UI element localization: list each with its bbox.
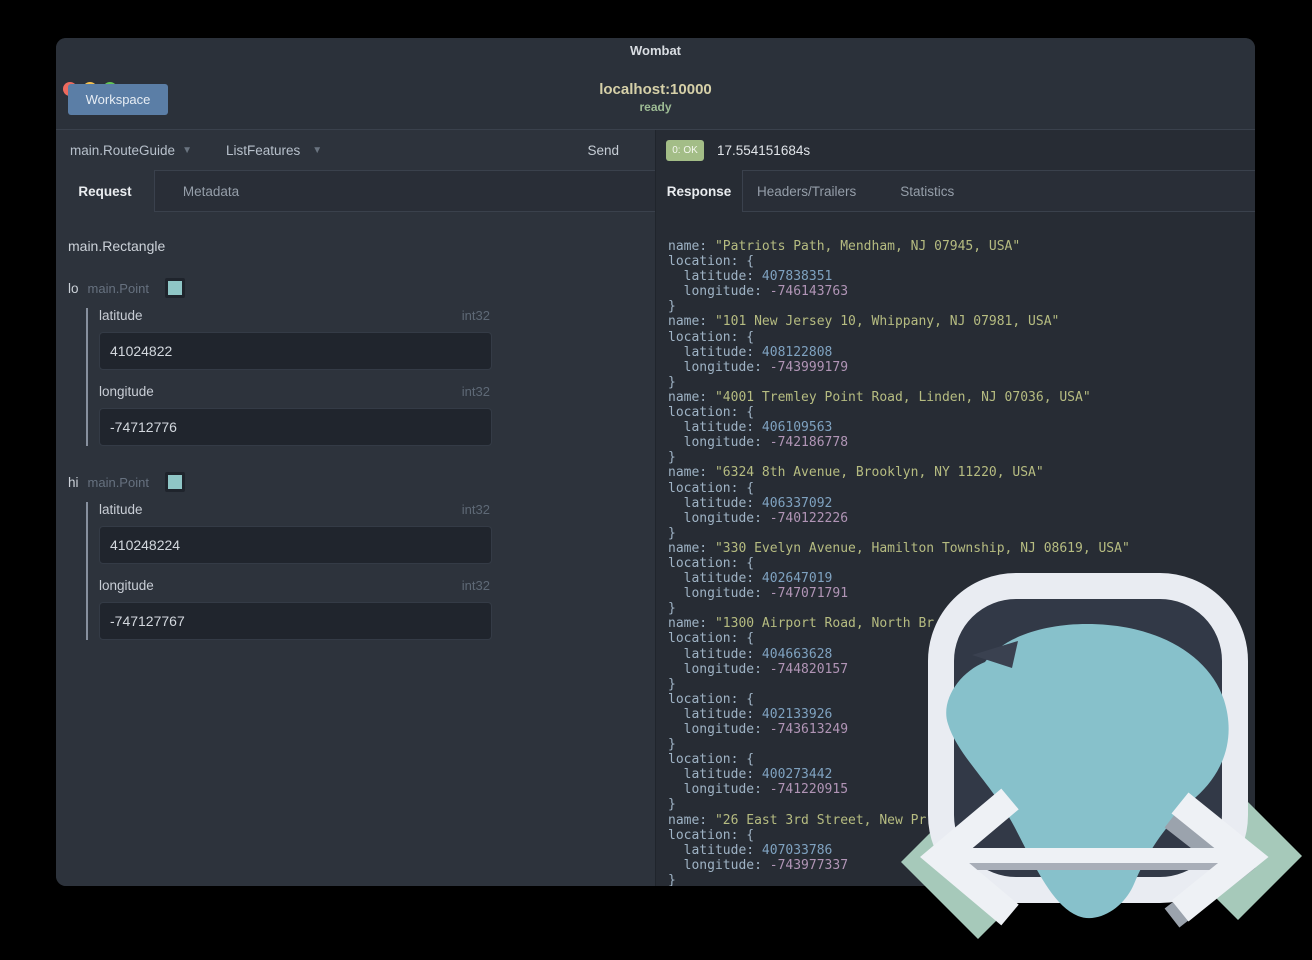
field-label: latitude: [99, 308, 143, 323]
field-type-hint: int32: [461, 502, 490, 517]
response-line: latitude: 406337092: [668, 495, 833, 511]
response-line: name: "6324 8th Avenue, Brooklyn, NY 112…: [668, 465, 1044, 481]
field-type-hint: int32: [461, 308, 490, 323]
method-select-value: ListFeatures: [225, 142, 301, 158]
response-line: longitude: -743999179: [668, 359, 849, 375]
field-value-input[interactable]: -747127767: [99, 602, 492, 640]
arrow-shaft-shadow: [950, 862, 1240, 870]
field-value-input[interactable]: 41024822: [99, 332, 492, 370]
field-name: lo: [68, 280, 79, 296]
response-line: name: "4001 Tremley Point Road, Linden, …: [668, 389, 1091, 405]
field-value-input[interactable]: 410248224: [99, 526, 492, 564]
message-set-checkbox[interactable]: [164, 278, 185, 298]
wombat-logo: [901, 573, 1302, 939]
response-line: }: [668, 450, 676, 466]
response-line: longitude: -740122226: [668, 510, 849, 526]
response-line: latitude: 407838351: [668, 269, 833, 285]
field-group-header: lo main.Point: [68, 278, 655, 298]
response-line: location: {: [668, 480, 755, 496]
field-name: hi: [68, 474, 79, 490]
response-line: }: [668, 299, 676, 315]
request-tab-bar: Request Metadata: [56, 170, 655, 212]
connection-status: ready: [639, 100, 672, 114]
request-form: main.Rectangle lo main.Point latitude int32…: [56, 214, 655, 886]
desktop: { "window": { "title": "Wombat" }, "head…: [0, 0, 1312, 960]
field-label: latitude: [99, 502, 143, 517]
form-field: latitude int32 41024822: [99, 308, 655, 370]
response-tab-bar: Response Headers/Trailers Statistics: [656, 170, 1255, 212]
checkbox-fill: [167, 475, 182, 489]
response-line: latitude: 406109563: [668, 420, 833, 436]
response-line: longitude: -746143763: [668, 284, 849, 300]
call-toolbar: main.RouteGuide ▼ ListFeatures ▼ Send: [56, 130, 655, 171]
response-line: location: {: [668, 254, 755, 270]
tab-request[interactable]: Request: [56, 170, 154, 212]
field-group-body: latitude int32 41024822 longitude int32 -7471…: [86, 308, 655, 446]
field-group-header: hi main.Point: [68, 472, 655, 492]
response-line: name: "Patriots Path, Mendham, NJ 07945,…: [668, 239, 1021, 254]
field-label: longitude: [99, 384, 154, 399]
result-bar: 0: OK 17.554151684s: [656, 130, 1255, 171]
tab-headers-trailers[interactable]: Headers/Trailers: [743, 171, 870, 212]
server-address: localhost:10000: [599, 81, 712, 98]
chevron-down-icon: ▼: [312, 144, 323, 156]
field-type-hint: int32: [461, 384, 490, 399]
send-button[interactable]: Send: [587, 143, 619, 158]
response-line: name: "330 Evelyn Avenue, Hamilton Towns…: [668, 540, 1130, 556]
title-bar: Wombat Workspace localhost:10000 ready: [56, 38, 1255, 130]
service-select-value: main.RouteGuide: [70, 142, 176, 158]
response-line: }: [668, 374, 676, 390]
response-line: longitude: -742186778: [668, 435, 849, 451]
tab-statistics[interactable]: Statistics: [900, 171, 954, 212]
method-select[interactable]: ListFeatures ▼: [226, 143, 322, 158]
arrow-shaft: [952, 848, 1244, 863]
status-badge: 0: OK: [666, 139, 704, 161]
tab-response[interactable]: Response: [656, 170, 742, 212]
field-type-hint: int32: [461, 578, 490, 593]
call-duration: 17.554151684s: [717, 142, 811, 158]
field-label: longitude: [99, 578, 154, 593]
chevron-down-icon: ▼: [182, 144, 192, 156]
response-line: latitude: 408122808: [668, 344, 833, 360]
response-line: }: [668, 525, 676, 541]
field-type: main.Point: [87, 474, 149, 490]
window-title: Wombat: [629, 43, 682, 58]
field-value-input[interactable]: -74712776: [99, 408, 492, 446]
field-group-body: latitude int32 410248224 longitude int32 -747…: [86, 502, 655, 640]
response-line: name: "101 New Jersey 10, Whippany, NJ 0…: [668, 314, 1060, 330]
message-type-label: main.Rectangle: [68, 238, 166, 254]
service-select[interactable]: main.RouteGuide ▼: [70, 143, 192, 158]
response-line: location: {: [668, 329, 755, 345]
field-type: main.Point: [87, 280, 149, 296]
response-line: location: {: [668, 405, 755, 421]
checkbox-fill: [167, 281, 182, 295]
form-field: longitude int32 -74712776: [99, 384, 655, 446]
request-pane: main.RouteGuide ▼ ListFeatures ▼ Send Re…: [56, 130, 655, 886]
tab-metadata[interactable]: Metadata: [155, 171, 267, 212]
form-field: longitude int32 -747127767: [99, 578, 655, 640]
form-field: latitude int32 410248224: [99, 502, 655, 564]
message-set-checkbox[interactable]: [164, 472, 185, 492]
